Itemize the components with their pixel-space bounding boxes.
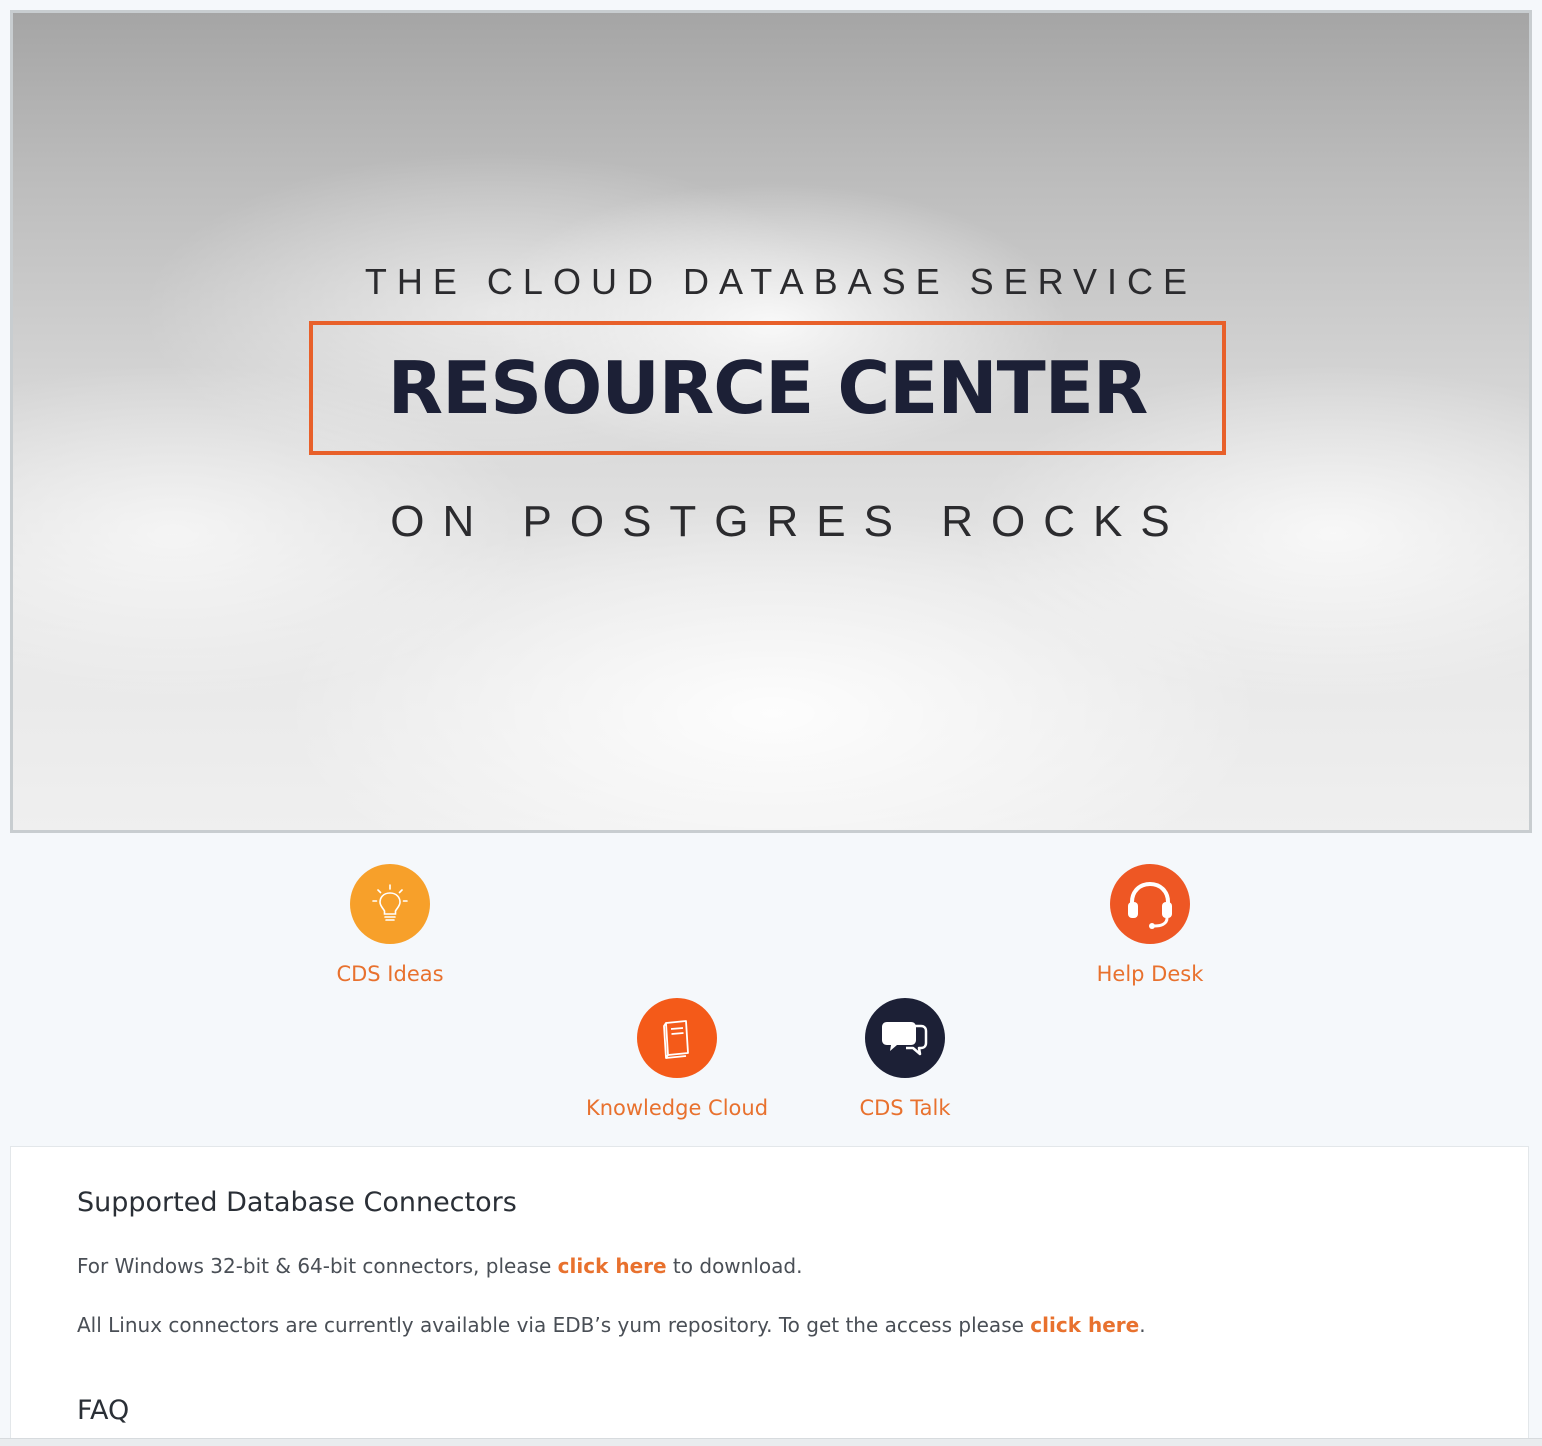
knowledge-cloud-label: Knowledge Cloud — [585, 1096, 769, 1120]
linux-text-after: . — [1139, 1313, 1146, 1337]
windows-text-after: to download. — [666, 1254, 803, 1278]
hero-subtitle-bottom: ON POSTGRES ROCKS — [390, 497, 1188, 546]
cds-ideas-link[interactable]: CDS Ideas — [310, 864, 470, 986]
linux-connectors-text: All Linux connectors are currently avail… — [77, 1313, 1146, 1337]
lightbulb-icon — [350, 864, 430, 944]
connectors-heading: Supported Database Connectors — [77, 1187, 517, 1218]
hero-subtitle-top: THE CLOUD DATABASE SERVICE — [364, 261, 1198, 302]
resource-center-page: THE CLOUD DATABASE SERVICE RESOURCE CENT… — [0, 0, 1542, 1446]
headset-icon — [1110, 864, 1190, 944]
hero-banner: THE CLOUD DATABASE SERVICE RESOURCE CENT… — [10, 10, 1532, 833]
cds-ideas-label: CDS Ideas — [336, 962, 444, 986]
cds-talk-link[interactable]: CDS Talk — [825, 998, 985, 1120]
chat-bubbles-icon — [865, 998, 945, 1078]
connectors-card: Supported Database Connectors For Window… — [10, 1146, 1529, 1446]
help-desk-label: Help Desk — [1096, 962, 1204, 986]
knowledge-cloud-link[interactable]: Knowledge Cloud — [567, 998, 787, 1120]
windows-text-before: For Windows 32-bit & 64-bit connectors, … — [77, 1254, 558, 1278]
faq-heading: FAQ — [77, 1395, 130, 1426]
windows-connectors-text: For Windows 32-bit & 64-bit connectors, … — [77, 1254, 802, 1278]
linux-text-before: All Linux connectors are currently avail… — [77, 1313, 1031, 1337]
hero-title: RESOURCE CENTER — [387, 346, 1149, 430]
book-icon — [637, 998, 717, 1078]
linux-access-link[interactable]: click here — [1030, 1313, 1139, 1337]
horizontal-scrollbar[interactable] — [0, 1438, 1542, 1446]
cds-talk-label: CDS Talk — [859, 1096, 951, 1120]
hero-title-frame: RESOURCE CENTER — [309, 321, 1226, 455]
windows-download-link[interactable]: click here — [558, 1254, 667, 1278]
help-desk-link[interactable]: Help Desk — [1070, 864, 1230, 986]
